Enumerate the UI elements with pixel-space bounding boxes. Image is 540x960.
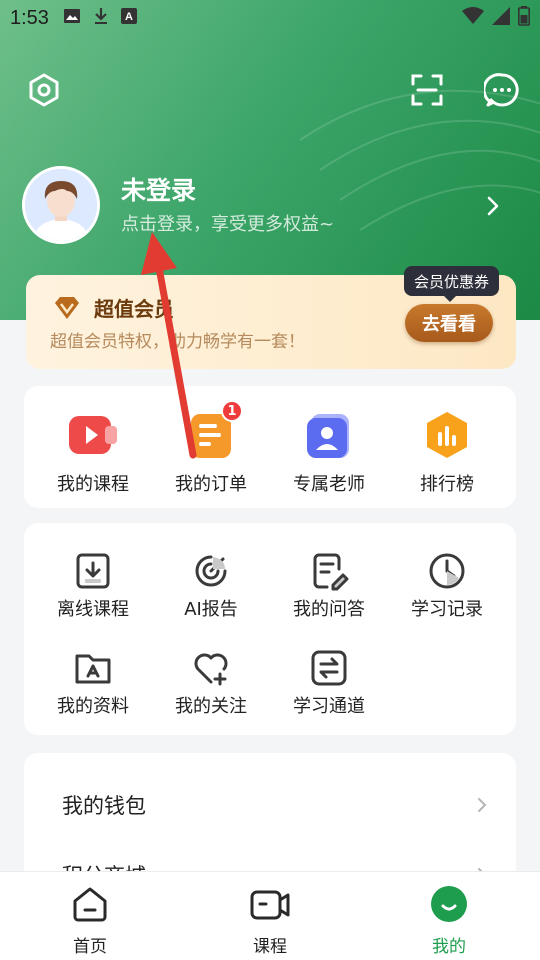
tool-label: 离线课程 bbox=[57, 599, 129, 620]
quick-item-label: 排行榜 bbox=[420, 474, 474, 495]
tool-label: 我的资料 bbox=[57, 696, 129, 717]
qa-icon bbox=[309, 551, 349, 591]
video-icon bbox=[65, 408, 121, 464]
status-time: 1:53 bbox=[10, 6, 49, 29]
list-item-label: 我的钱包 bbox=[62, 794, 146, 818]
quick-item-teacher[interactable]: 专属老师 bbox=[270, 408, 388, 496]
coupon-tag: 会员优惠券 bbox=[404, 266, 500, 302]
clock-icon bbox=[427, 551, 467, 591]
quick-actions-card: 我的课程 1 我的订单 专属老师 排行榜 bbox=[24, 386, 516, 508]
tool-label: 我的关注 bbox=[175, 696, 247, 717]
teacher-icon bbox=[301, 408, 357, 464]
tool-my-qa[interactable]: 我的问答 bbox=[270, 551, 388, 621]
profile-login-hint[interactable]: 点击登录，享受更多权益~ bbox=[121, 210, 334, 236]
message-icon[interactable] bbox=[482, 70, 522, 110]
chevron-right-icon[interactable] bbox=[483, 193, 503, 219]
vip-title: 超值会员 bbox=[94, 297, 174, 321]
quick-item-label: 专属老师 bbox=[293, 474, 365, 495]
tool-offline-courses[interactable]: 离线课程 bbox=[34, 551, 152, 621]
list-item-wallet[interactable]: 我的钱包 bbox=[24, 775, 516, 835]
scan-icon[interactable] bbox=[407, 70, 447, 110]
tool-my-follows[interactable]: 我的关注 bbox=[152, 648, 270, 718]
ai-report-icon bbox=[191, 551, 231, 591]
nav-mine[interactable]: 我的 bbox=[399, 884, 499, 957]
battery-icon bbox=[518, 6, 530, 30]
tool-label: AI报告 bbox=[184, 599, 238, 620]
diamond-icon bbox=[52, 293, 82, 323]
exchange-icon bbox=[309, 648, 349, 688]
settings-icon[interactable] bbox=[24, 70, 64, 110]
profile-name[interactable]: 未登录 bbox=[121, 171, 196, 207]
tools-card: 离线课程 AI报告 我的问答 学习记录 我的资料 我的关注 学习通道 bbox=[24, 523, 516, 735]
order-count-badge: 1 bbox=[221, 400, 243, 422]
status-bar: 1:53 A bbox=[0, 0, 540, 36]
download-icon bbox=[73, 551, 113, 591]
order-icon: 1 bbox=[183, 400, 243, 464]
ranking-icon bbox=[419, 408, 475, 464]
avatar[interactable] bbox=[22, 166, 100, 244]
vip-view-button[interactable]: 去看看 bbox=[405, 304, 493, 342]
quick-item-label: 我的课程 bbox=[57, 474, 129, 495]
svg-text:A: A bbox=[125, 11, 133, 23]
nav-label: 课程 bbox=[253, 937, 287, 957]
tool-ai-report[interactable]: AI报告 bbox=[152, 551, 270, 621]
tool-label: 我的问答 bbox=[293, 599, 365, 620]
download-status-icon bbox=[93, 7, 109, 29]
quick-item-courses[interactable]: 我的课程 bbox=[34, 408, 152, 496]
tool-label: 学习记录 bbox=[411, 599, 483, 620]
heart-plus-icon bbox=[191, 648, 231, 688]
nav-label: 我的 bbox=[432, 937, 466, 957]
tool-label: 学习通道 bbox=[293, 696, 365, 717]
chevron-right-icon bbox=[476, 797, 488, 817]
nav-home[interactable]: 首页 bbox=[40, 884, 140, 957]
profile-smile-icon bbox=[429, 884, 469, 924]
home-icon bbox=[70, 884, 110, 924]
font-icon: A bbox=[120, 8, 137, 28]
quick-item-label: 我的订单 bbox=[175, 474, 247, 495]
wifi-icon bbox=[462, 7, 484, 29]
tool-study-record[interactable]: 学习记录 bbox=[388, 551, 506, 621]
image-icon bbox=[63, 8, 81, 28]
quick-item-ranking[interactable]: 排行榜 bbox=[388, 408, 506, 496]
folder-icon bbox=[73, 648, 113, 688]
signal-icon bbox=[492, 7, 510, 29]
course-video-icon bbox=[250, 884, 290, 924]
vip-subtitle: 超值会员特权，助力畅学有一套！ bbox=[50, 332, 305, 352]
nav-courses[interactable]: 课程 bbox=[220, 884, 320, 957]
tool-study-channel[interactable]: 学习通道 bbox=[270, 648, 388, 718]
bottom-navigation: 首页 课程 我的 bbox=[0, 871, 540, 960]
quick-item-orders[interactable]: 1 我的订单 bbox=[152, 400, 270, 496]
tool-my-materials[interactable]: 我的资料 bbox=[34, 648, 152, 718]
nav-label: 首页 bbox=[73, 937, 107, 957]
screen: 1:53 A 未登录 点击登录，享受更多权益~ 超值会员 超值会员特权，助力畅学… bbox=[0, 0, 540, 960]
